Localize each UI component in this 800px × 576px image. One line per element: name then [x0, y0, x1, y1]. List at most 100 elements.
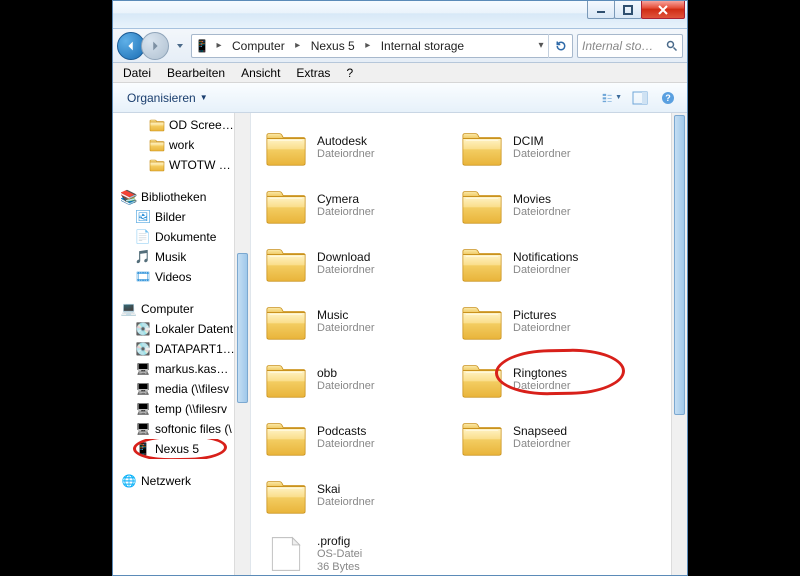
netdrive-icon: 🖥	[135, 381, 151, 397]
tree-item[interactable]: 🎞 Videos	[113, 267, 235, 287]
folder-icon	[263, 241, 309, 287]
file-item[interactable]: Cymera Dateiordner	[263, 177, 453, 235]
file-item[interactable]: Movies Dateiordner	[459, 177, 649, 235]
documents-icon: 📄	[135, 229, 151, 245]
file-item[interactable]: Ringtones Dateiordner	[459, 351, 649, 409]
address-bar: 📱 ▸ Computer ▸ Nexus 5 ▸ Internal storag…	[113, 29, 687, 63]
file-name: Autodesk	[317, 134, 374, 148]
folder-icon	[459, 299, 505, 345]
tree-item[interactable]: 🖼 Bilder	[113, 207, 235, 227]
file-item[interactable]: Music Dateiordner	[263, 293, 453, 351]
help-button[interactable]: ?	[657, 87, 679, 109]
chevron-down-icon[interactable]: ▾	[534, 40, 548, 51]
file-icon	[263, 531, 309, 575]
file-item[interactable]: obb Dateiordner	[263, 351, 453, 409]
view-options-button[interactable]: ▼	[601, 87, 623, 109]
chevron-right-icon[interactable]: ▸	[212, 40, 226, 51]
pictures-icon: 🖼	[135, 209, 151, 225]
file-list: Autodesk Dateiordner Cymera Dateiordner …	[251, 113, 687, 575]
menu-help[interactable]: ?	[338, 63, 361, 82]
tree-item[interactable]: work	[113, 135, 235, 155]
tree-item[interactable]: 💽 Lokaler Datent	[113, 319, 235, 339]
tree-item[interactable]: WTOTW series	[113, 155, 235, 175]
tree-item[interactable]: 🎵 Musik	[113, 247, 235, 267]
tree-item[interactable]: 🖥 markus.kasann	[113, 359, 235, 379]
file-item[interactable]: .profig OS-Datei36 Bytes	[263, 525, 453, 575]
folder-icon	[149, 137, 165, 153]
tree-label: Lokaler Datent	[155, 322, 233, 336]
breadcrumb-segment[interactable]: Computer	[226, 35, 291, 57]
tree-item[interactable]: OD Screenshot	[113, 115, 235, 135]
file-name: Pictures	[513, 308, 570, 322]
file-item[interactable]: Notifications Dateiordner	[459, 235, 649, 293]
tree-label: OD Screenshot	[169, 118, 235, 132]
file-item[interactable]: Pictures Dateiordner	[459, 293, 649, 351]
menu-file[interactable]: Datei	[115, 63, 159, 82]
file-name: Podcasts	[317, 424, 374, 438]
file-item[interactable]: Skai Dateiordner	[263, 467, 453, 525]
menu-view[interactable]: Ansicht	[233, 63, 288, 82]
chevron-down-icon: ▼	[200, 93, 208, 102]
folder-icon	[149, 157, 165, 173]
file-name: DCIM	[513, 134, 570, 148]
folder-icon	[263, 473, 309, 519]
tree-label: softonic files (\	[155, 422, 232, 436]
nav-history-dropdown[interactable]	[173, 32, 187, 60]
file-item[interactable]: Download Dateiordner	[263, 235, 453, 293]
menu-extras[interactable]: Extras	[288, 63, 338, 82]
maximize-button[interactable]	[614, 1, 642, 19]
tree-item[interactable]: 🖥 media (\\filesv	[113, 379, 235, 399]
forward-button[interactable]	[141, 32, 169, 60]
organize-label: Organisieren	[127, 91, 196, 105]
folder-icon	[459, 357, 505, 403]
file-name: obb	[317, 366, 374, 380]
file-item[interactable]: DCIM Dateiordner	[459, 119, 649, 177]
tree-header[interactable]: 🌐 Netzwerk	[113, 471, 235, 491]
file-item[interactable]: Podcasts Dateiordner	[263, 409, 453, 467]
file-name: Snapseed	[513, 424, 570, 438]
file-item[interactable]: Snapseed Dateiordner	[459, 409, 649, 467]
tree-item[interactable]: 📱 Nexus 5	[113, 439, 235, 459]
search-icon	[666, 40, 678, 52]
folder-icon	[459, 183, 505, 229]
videos-icon: 🎞	[135, 269, 151, 285]
search-input[interactable]: Internal sto…	[577, 34, 683, 58]
preview-pane-button[interactable]	[629, 87, 651, 109]
tree-label: Bilder	[155, 210, 186, 224]
tree-label: markus.kasann	[155, 362, 235, 376]
file-name: Music	[317, 308, 374, 322]
folder-icon	[263, 299, 309, 345]
breadcrumb-segment[interactable]: Internal storage	[375, 35, 470, 57]
chevron-right-icon[interactable]: ▸	[361, 40, 375, 51]
tree-label: Dokumente	[155, 230, 216, 244]
tree-label: Netzwerk	[141, 474, 191, 488]
explorer-window: 📱 ▸ Computer ▸ Nexus 5 ▸ Internal storag…	[112, 0, 688, 576]
tree-label: Nexus 5	[155, 442, 199, 456]
tree-item[interactable]: 🖥 softonic files (\	[113, 419, 235, 439]
location-icon: 📱	[192, 39, 212, 53]
tree-header[interactable]: 📚 Bibliotheken	[113, 187, 235, 207]
file-item[interactable]: Autodesk Dateiordner	[263, 119, 453, 177]
list-scrollthumb[interactable]	[674, 115, 685, 415]
chevron-right-icon[interactable]: ▸	[291, 40, 305, 51]
list-scrollbar[interactable]	[671, 113, 687, 575]
tree-item[interactable]: 🖥 temp (\\filesrv	[113, 399, 235, 419]
nav-scrollbar[interactable]	[234, 113, 250, 575]
nav-scrollthumb[interactable]	[237, 253, 248, 403]
tree-item[interactable]: 📄 Dokumente	[113, 227, 235, 247]
breadcrumb-segment[interactable]: Nexus 5	[305, 35, 361, 57]
menu-edit[interactable]: Bearbeiten	[159, 63, 233, 82]
minimize-button[interactable]	[587, 1, 615, 19]
refresh-button[interactable]	[548, 34, 572, 58]
folder-icon	[263, 125, 309, 171]
libraries-icon: 📚	[121, 189, 137, 205]
breadcrumb[interactable]: 📱 ▸ Computer ▸ Nexus 5 ▸ Internal storag…	[191, 34, 573, 58]
folder-icon	[263, 357, 309, 403]
close-button[interactable]	[641, 1, 685, 19]
folder-icon	[263, 183, 309, 229]
content-area: OD Screenshot work WTOTW series 📚 Biblio…	[113, 113, 687, 575]
svg-text:?: ?	[665, 93, 671, 103]
tree-item[interactable]: 💽 DATAPART1 (E	[113, 339, 235, 359]
organize-button[interactable]: Organisieren ▼	[121, 88, 214, 108]
tree-header[interactable]: 💻 Computer	[113, 299, 235, 319]
